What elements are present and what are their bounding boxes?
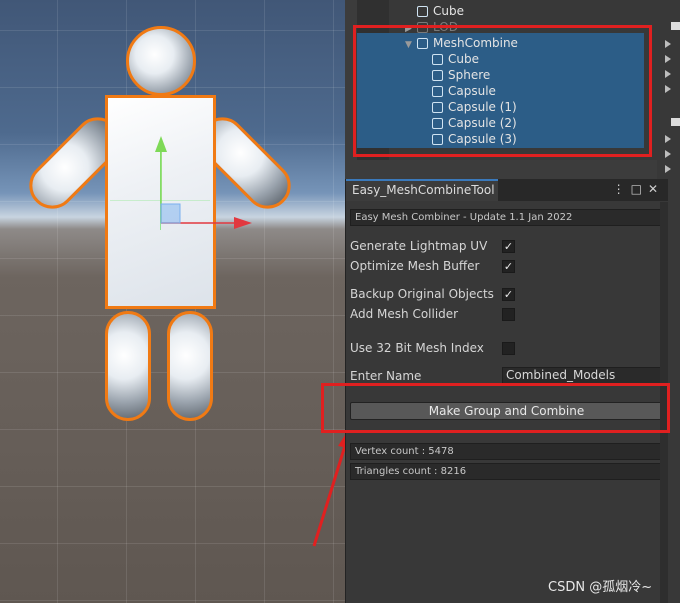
expand-arrow-icon[interactable] (665, 135, 671, 143)
left-leg-capsule[interactable] (105, 311, 151, 421)
maximize-icon[interactable]: □ (631, 182, 648, 196)
watermark-text: CSDN @孤烟冷~ (548, 580, 653, 595)
option-label: Add Mesh Collider (350, 307, 459, 321)
vertex-count-label: Vertex count : 5478 (350, 443, 663, 460)
window-buttons: ⋮□✕ (613, 182, 664, 196)
triangles-count-label: Triangles count : 8216 (350, 463, 663, 480)
option-label: Optimize Mesh Buffer (350, 259, 480, 273)
expand-arrow-icon[interactable] (665, 85, 671, 93)
right-leg-capsule[interactable] (167, 311, 213, 421)
expand-arrow-icon[interactable] (665, 150, 671, 158)
generate-lightmap-uv-checkbox[interactable]: ✓ (502, 240, 515, 253)
option-label: Backup Original Objects (350, 287, 494, 301)
name-input[interactable]: Combined_Models (502, 367, 663, 384)
move-gizmo[interactable] (150, 130, 260, 240)
option-label: Use 32 Bit Mesh Index (350, 341, 484, 355)
hierarchy-item-cube[interactable]: Cube (417, 3, 464, 19)
backup-original-objects-checkbox[interactable]: ✓ (502, 288, 515, 301)
use-32-bit-mesh-index-checkbox[interactable] (502, 342, 515, 355)
optimize-mesh-buffer-checkbox[interactable]: ✓ (502, 260, 515, 273)
folder-icon (671, 118, 680, 126)
tab-easy-meshcombinetool[interactable]: Easy_MeshCombineTool (346, 179, 498, 201)
scene-view[interactable] (0, 0, 345, 603)
annotation-highlight-box (321, 383, 670, 433)
expand-arrow-icon[interactable] (665, 70, 671, 78)
tool-tab-bar: Easy_MeshCombineTool ⋮□✕ (346, 179, 668, 201)
add-mesh-collider-checkbox[interactable] (502, 308, 515, 321)
menu-dots-icon[interactable]: ⋮ (613, 182, 631, 196)
cube-icon (417, 6, 428, 17)
expand-arrow-icon[interactable] (665, 165, 671, 173)
expand-arrow-icon[interactable] (665, 55, 671, 63)
close-icon[interactable]: ✕ (648, 182, 664, 196)
expand-arrow-icon[interactable] (665, 40, 671, 48)
option-label: Generate Lightmap UV (350, 239, 488, 253)
folder-icon (671, 22, 680, 30)
tool-header-label: Easy Mesh Combiner - Update 1.1 Jan 2022 (350, 209, 662, 226)
annotation-highlight-box (353, 25, 652, 157)
head-sphere[interactable] (126, 26, 196, 96)
